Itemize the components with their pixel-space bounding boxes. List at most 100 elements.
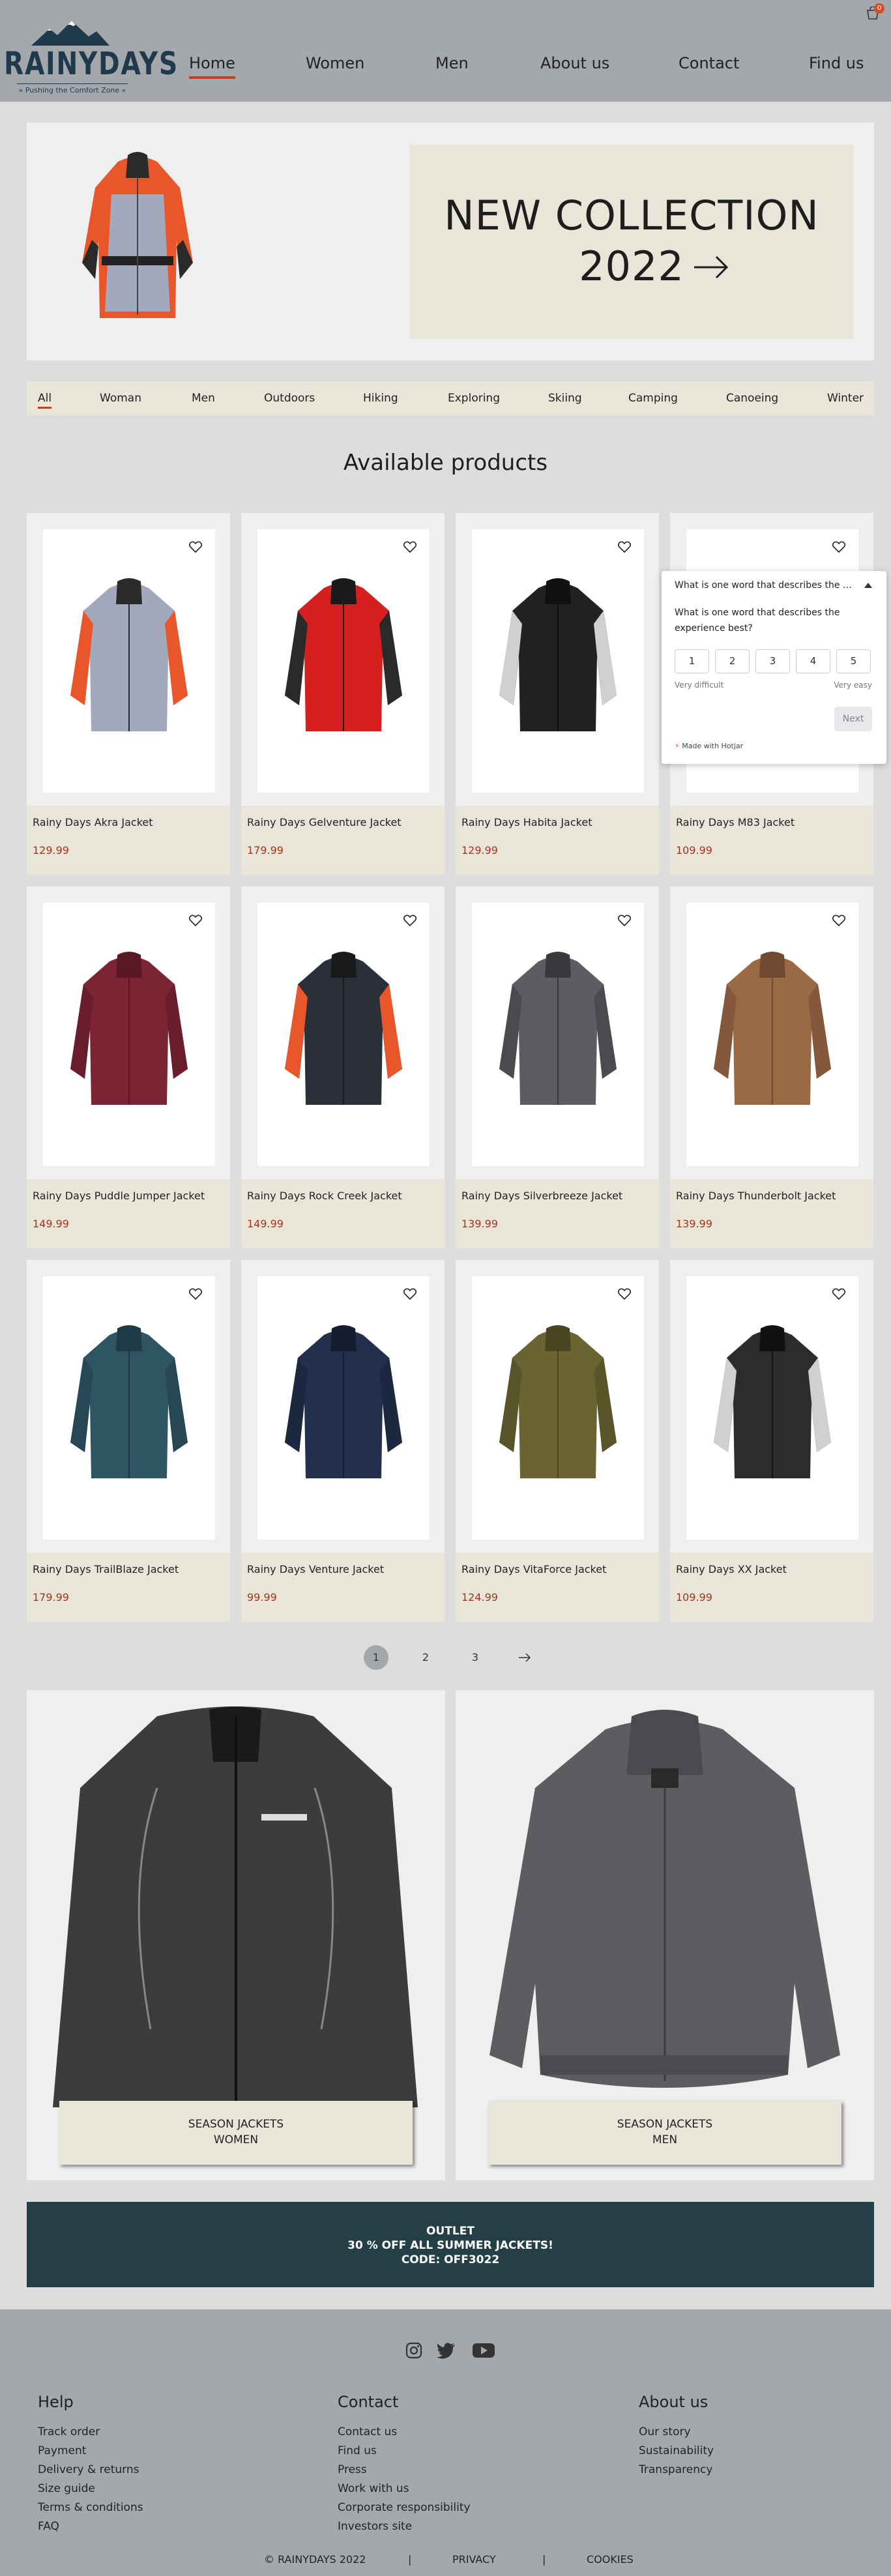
footer-link-investors[interactable]: Investors site [338,2517,471,2536]
heart-icon[interactable] [832,915,845,926]
footer-link-contact-us[interactable]: Contact us [338,2423,471,2442]
cookies-link[interactable]: COOKIES [587,2553,634,2566]
hotjar-credit[interactable]: ⚡ Made with Hotjar [675,742,743,750]
heart-icon[interactable] [618,1288,631,1300]
heart-icon[interactable] [832,1288,845,1300]
product-card[interactable]: Rainy Days Thunderbolt Jacket 139.99 [670,886,873,1248]
product-name[interactable]: Rainy Days Silverbreeze Jacket [461,1190,622,1202]
product-name[interactable]: Rainy Days Rock Creek Jacket [247,1190,402,1202]
footer-link-find-us[interactable]: Find us [338,2442,471,2461]
heart-icon[interactable] [403,915,416,926]
survey-rating-3[interactable]: 3 [755,649,790,673]
category-hiking[interactable]: Hiking [363,392,398,405]
category-men[interactable]: Men [192,392,215,405]
heart-icon[interactable] [832,541,845,553]
product-name[interactable]: Rainy Days Venture Jacket [247,1563,384,1575]
footer-link-sustainability[interactable]: Sustainability [639,2442,714,2461]
nav-women[interactable]: Women [306,54,364,72]
heart-icon[interactable] [189,541,202,553]
footer-link-track-order[interactable]: Track order [38,2423,143,2442]
footer-link-size-guide[interactable]: Size guide [38,2480,143,2498]
product-name[interactable]: Rainy Days M83 Jacket [676,816,795,828]
product-image-area[interactable] [27,513,230,806]
product-image-area[interactable] [241,513,445,806]
category-all[interactable]: All [38,392,52,409]
nav-contact[interactable]: Contact [679,54,739,72]
product-name[interactable]: Rainy Days Habita Jacket [461,816,592,828]
category-woman[interactable]: Woman [100,392,141,405]
product-name[interactable]: Rainy Days Akra Jacket [33,816,153,828]
category-outdoors[interactable]: Outdoors [264,392,315,405]
product-image-area[interactable] [456,513,659,806]
product-card[interactable]: Rainy Days XX Jacket 109.99 [670,1260,873,1622]
nav-about-us[interactable]: About us [540,54,609,72]
category-winter[interactable]: Winter [827,392,864,405]
product-card[interactable]: Rainy Days Rock Creek Jacket 149.99 [241,886,445,1248]
product-image-area[interactable] [241,886,445,1179]
nav-find-us[interactable]: Find us [809,54,864,72]
twitter-icon[interactable] [437,2342,456,2359]
product-card[interactable]: Rainy Days Gelventure Jacket 179.99 [241,513,445,875]
product-image-area[interactable] [456,886,659,1179]
footer-link-our-story[interactable]: Our story [639,2423,714,2442]
youtube-icon[interactable] [473,2342,495,2359]
product-card[interactable]: Rainy Days TrailBlaze Jacket 179.99 [27,1260,230,1622]
product-image-area[interactable] [241,1260,445,1553]
nav-home[interactable]: Home [189,54,235,79]
heart-icon[interactable] [618,915,631,926]
hero-promo-box[interactable]: NEW COLLECTION 2022 [410,145,853,339]
product-image-area[interactable] [27,1260,230,1553]
footer-link-corporate-responsibility[interactable]: Corporate responsibility [338,2498,471,2517]
season-women-panel[interactable]: SEASON JACKETS WOMEN [27,1690,445,2180]
footer-link-faq[interactable]: FAQ [38,2517,143,2536]
privacy-link[interactable]: PRIVACY [452,2553,496,2566]
survey-header[interactable]: What is one word that describes the expe… [675,580,857,591]
product-name[interactable]: Rainy Days Thunderbolt Jacket [676,1190,836,1202]
product-card[interactable]: Rainy Days Silverbreeze Jacket 139.99 [456,886,659,1248]
survey-rating-1[interactable]: 1 [675,649,709,673]
category-skiing[interactable]: Skiing [548,392,582,405]
product-name[interactable]: Rainy Days Puddle Jumper Jacket [33,1190,205,1202]
page-1-button[interactable]: 1 [364,1645,388,1670]
page-2-button[interactable]: 2 [413,1645,438,1670]
heart-icon[interactable] [189,1288,202,1300]
heart-icon[interactable] [403,541,416,553]
heart-icon[interactable] [189,915,202,926]
season-men-panel[interactable]: SEASON JACKETS MEN [456,1690,874,2180]
category-camping[interactable]: Camping [628,392,678,405]
survey-rating-2[interactable]: 2 [715,649,750,673]
product-image-area[interactable] [670,886,873,1179]
footer-link-payment[interactable]: Payment [38,2442,143,2461]
category-canoeing[interactable]: Canoeing [726,392,778,405]
next-page-button[interactable] [512,1645,537,1670]
survey-rating-4[interactable]: 4 [796,649,830,673]
footer-link-press[interactable]: Press [338,2461,471,2480]
product-name[interactable]: Rainy Days XX Jacket [676,1563,787,1575]
page-3-button[interactable]: 3 [463,1645,488,1670]
hero-banner[interactable]: NEW COLLECTION 2022 [27,123,874,360]
product-image-area[interactable] [27,886,230,1179]
heart-icon[interactable] [403,1288,416,1300]
collapse-icon[interactable] [864,583,872,588]
product-name[interactable]: Rainy Days Gelventure Jacket [247,816,402,828]
category-exploring[interactable]: Exploring [448,392,500,405]
product-card[interactable]: Rainy Days Puddle Jumper Jacket 149.99 [27,886,230,1248]
footer-link-terms[interactable]: Terms & conditions [38,2498,143,2517]
product-card[interactable]: Rainy Days Akra Jacket 129.99 [27,513,230,875]
survey-rating-5[interactable]: 5 [836,649,871,673]
footer-link-delivery-returns[interactable]: Delivery & returns [38,2461,143,2480]
outlet-banner[interactable]: OUTLET 30 % OFF ALL SUMMER JACKETS! CODE… [27,2202,874,2287]
product-card[interactable]: Rainy Days VitaForce Jacket 124.99 [456,1260,659,1622]
season-men-label[interactable]: SEASON JACKETS MEN [488,2101,841,2165]
product-name[interactable]: Rainy Days VitaForce Jacket [461,1563,606,1575]
instagram-icon[interactable] [405,2342,422,2359]
product-card[interactable]: Rainy Days Habita Jacket 129.99 [456,513,659,875]
survey-next-button[interactable]: Next [834,707,872,731]
product-name[interactable]: Rainy Days TrailBlaze Jacket [33,1563,179,1575]
nav-men[interactable]: Men [435,54,469,72]
product-image-area[interactable] [456,1260,659,1553]
product-image-area[interactable] [670,1260,873,1553]
footer-link-transparency[interactable]: Transparency [639,2461,714,2480]
product-card[interactable]: Rainy Days Venture Jacket 99.99 [241,1260,445,1622]
footer-link-work-with-us[interactable]: Work with us [338,2480,471,2498]
